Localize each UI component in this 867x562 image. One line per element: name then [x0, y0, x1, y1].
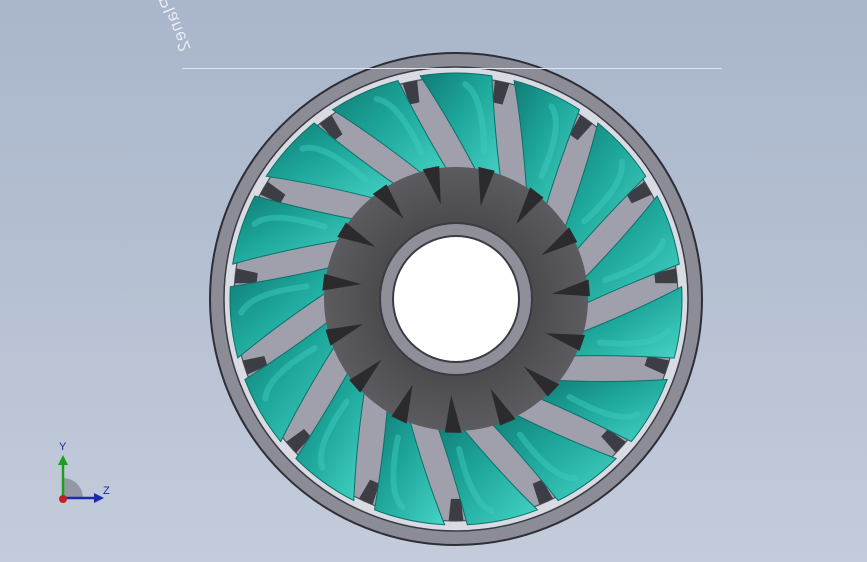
- graphics-viewport[interactable]: Plane2 Y Z: [0, 0, 867, 562]
- triad-z-label: Z: [103, 485, 110, 497]
- triad-x-axis-dot: [59, 495, 67, 503]
- shaft-bore: [392, 235, 520, 363]
- triad-y-label: Y: [59, 441, 67, 453]
- triad-quadrant: [63, 478, 83, 498]
- triad-y-arrow: [58, 455, 68, 465]
- reference-plane-edge[interactable]: [182, 68, 722, 69]
- turbine-runner-model[interactable]: [0, 0, 867, 562]
- coordinate-triad: Y Z: [44, 438, 124, 518]
